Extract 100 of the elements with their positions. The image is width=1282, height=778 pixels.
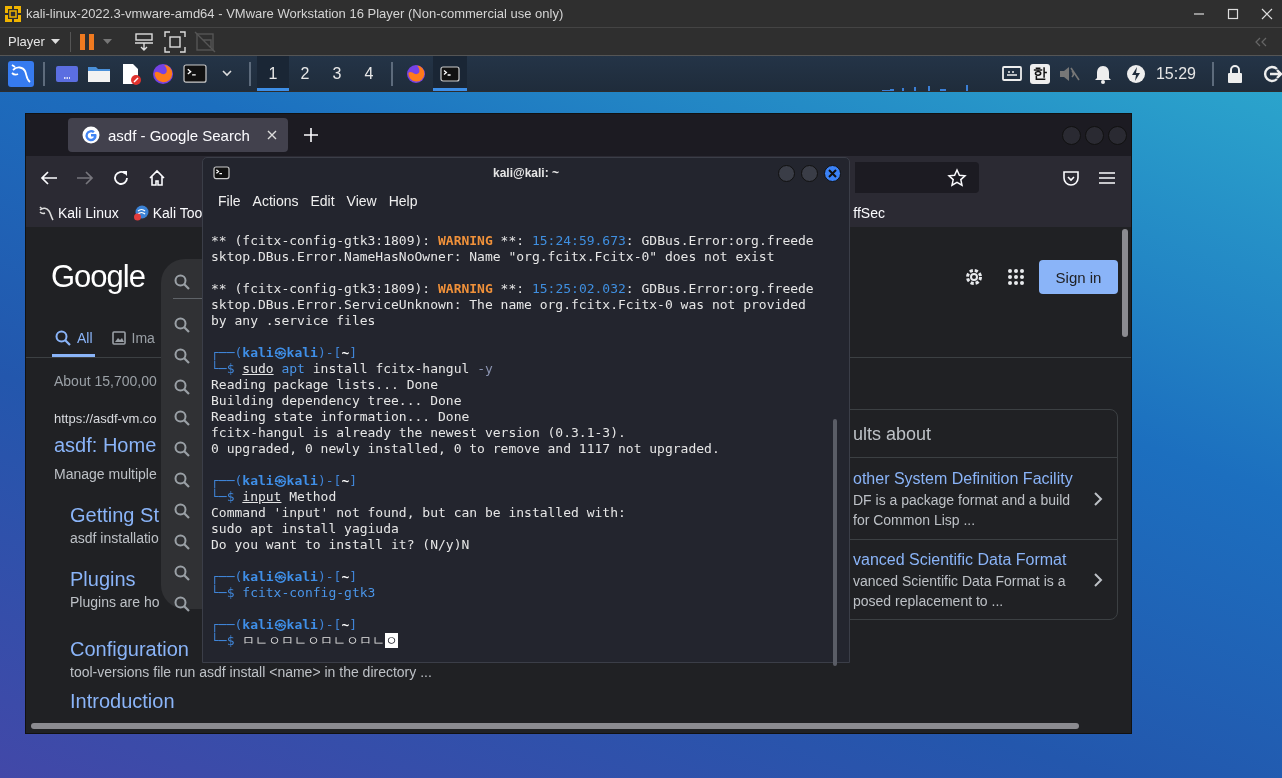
tools-icon <box>132 205 149 221</box>
terminal-line: └─$ ㅁㄴㅇㅁㄴㅇㅁㄴㅇㅁㄴ ㅇ <box>211 633 399 648</box>
window-icon <box>55 63 79 84</box>
close-icon <box>1261 7 1273 20</box>
network-icon[interactable] <box>1001 65 1022 82</box>
search-icon <box>173 408 191 427</box>
result-title[interactable]: asdf: Home <box>54 432 157 458</box>
workspace-button[interactable]: 4 <box>353 56 385 91</box>
entry-title[interactable]: other System Definition Facility <box>853 467 1073 490</box>
dragon-icon <box>8 60 34 87</box>
sitelink[interactable]: Plugins <box>70 566 136 592</box>
entry-snippet: posed replacement to ... <box>853 592 1004 611</box>
bookmark[interactable]: Kali Too <box>132 205 203 221</box>
terminal-line: └─$ input Method <box>211 489 337 504</box>
browser-tab[interactable]: asdf - Google Search <box>68 118 288 152</box>
google-logo[interactable]: Google <box>51 259 145 295</box>
caret-icon <box>50 38 60 45</box>
result-snippet: Manage multiple <box>54 465 157 484</box>
close-icon <box>828 168 837 178</box>
taskbar-button[interactable] <box>433 56 467 91</box>
address-field[interactable] <box>855 162 979 193</box>
forward-icon <box>76 169 94 186</box>
menu-item[interactable]: Actions <box>247 193 304 209</box>
search-tab[interactable]: Ima <box>108 321 157 357</box>
terminal-line: Command 'input' not found, but can be installed with: <box>211 505 626 520</box>
sitelink[interactable]: Configuration <box>70 636 189 662</box>
chevron-icon[interactable] <box>1093 573 1103 587</box>
terminal-line: ┌──(kali㉿kali)-[~] <box>211 473 358 488</box>
menu-item[interactable]: Help <box>383 193 423 209</box>
sitelink[interactable]: Getting St <box>70 502 159 528</box>
search-icon <box>173 470 191 489</box>
maximize-icon <box>1227 7 1239 20</box>
menu-item[interactable]: View <box>341 193 382 209</box>
terminal-line: sktop.DBus.Error.NameHasNoOwner: Name "org.fcitx.Fcitx-0" does not exist <box>211 249 775 264</box>
sitelink-snippet: Plugins are ho <box>70 593 160 612</box>
entry-snippet: DF is a package format and a build <box>853 490 1071 510</box>
bookmark[interactable]: Kali Linux <box>38 205 119 221</box>
search-tab[interactable]: All <box>52 321 95 357</box>
scrollbar-thumb[interactable] <box>1122 229 1128 337</box>
menu-icon <box>1098 170 1116 185</box>
search-icon <box>54 328 72 347</box>
terminal-line: ┌──(kali㉿kali)-[~] <box>211 617 358 632</box>
terminal-line: fcitx-hangul is already the newest version (0.3.1-3). <box>211 425 626 440</box>
entry-snippet: for Common Lisp ... <box>853 510 976 530</box>
search-icon <box>173 563 191 582</box>
search-icon <box>173 439 191 458</box>
terminal-icon <box>213 166 230 180</box>
star-icon[interactable] <box>947 167 967 188</box>
close-icon[interactable] <box>266 129 278 141</box>
bell-icon[interactable] <box>1093 63 1112 84</box>
scrollbar-thumb[interactable] <box>31 723 1079 729</box>
terminal-icon <box>183 63 207 84</box>
reload-icon <box>112 168 130 187</box>
entry-snippet: vanced Scientific Data Format is a <box>853 572 1066 591</box>
terminal-icon <box>440 65 460 82</box>
fullscreen-icon[interactable] <box>163 30 186 53</box>
terminal-line: Do you want to install it? (N/y)N <box>211 537 470 552</box>
terminal-line: 0 upgraded, 0 newly installed, 0 to remove and 1117 not upgraded. <box>211 441 720 456</box>
clock[interactable]: 15:29 <box>1155 64 1196 83</box>
terminal-line: Building dependency tree... Done <box>211 393 462 408</box>
input-method-indicator[interactable]: 한 <box>1029 63 1050 84</box>
player-menu[interactable]: Player <box>6 32 62 51</box>
back-icon <box>40 169 58 186</box>
settings-icon[interactable] <box>963 266 985 288</box>
monitor-arrow-icon[interactable] <box>133 31 156 52</box>
scrollbar-thumb[interactable] <box>833 419 837 666</box>
sign-in-button[interactable]: Sign in <box>1039 260 1118 294</box>
workspace-button[interactable]: 2 <box>289 56 321 91</box>
caret-icon[interactable] <box>102 38 112 45</box>
lock-icon[interactable] <box>1226 63 1244 84</box>
close-button[interactable] <box>824 164 841 182</box>
logo-icon <box>4 4 22 23</box>
search-icon <box>173 532 191 551</box>
logout-icon[interactable] <box>1262 63 1282 84</box>
menu-item[interactable]: File <box>213 193 246 209</box>
workspace-button[interactable]: 3 <box>321 56 353 91</box>
bookmark[interactable]: ffSec <box>853 205 885 221</box>
search-icon <box>173 377 191 396</box>
workspace-button[interactable]: 1 <box>257 56 289 91</box>
caret-icon <box>222 70 232 77</box>
chevron-icon[interactable] <box>1093 491 1103 506</box>
power-icon[interactable] <box>1125 63 1146 84</box>
result-url[interactable]: https://asdf-vm.co <box>54 410 157 428</box>
dragon-icon <box>38 205 54 221</box>
apps-grid-icon[interactable] <box>1007 268 1025 286</box>
document-icon <box>120 62 142 85</box>
entry-title[interactable]: vanced Scientific Data Format <box>853 549 1067 571</box>
menu-item[interactable]: Edit <box>305 193 340 209</box>
sitelink-snippet: tool-versions file run asdf install <name> in the directory ... <box>70 663 432 682</box>
browser-icon <box>406 63 426 84</box>
sitelink[interactable]: Introduction <box>70 688 175 714</box>
home-icon <box>148 168 166 187</box>
terminal-line: Reading package lists... Done <box>211 377 438 392</box>
search-icon <box>173 273 191 291</box>
terminal-line: Reading state information... Done <box>211 409 470 424</box>
g-logo-icon <box>82 126 100 144</box>
terminal-line: sudo apt install yagiuda <box>211 521 399 536</box>
terminal-line: sktop.DBus.Error.ServiceUnknown: The name org.fcitx.Fcitx-0 was not provided <box>211 297 806 312</box>
sitelink-snippet: asdf installatio <box>70 529 159 548</box>
pause-icon[interactable] <box>78 32 95 51</box>
